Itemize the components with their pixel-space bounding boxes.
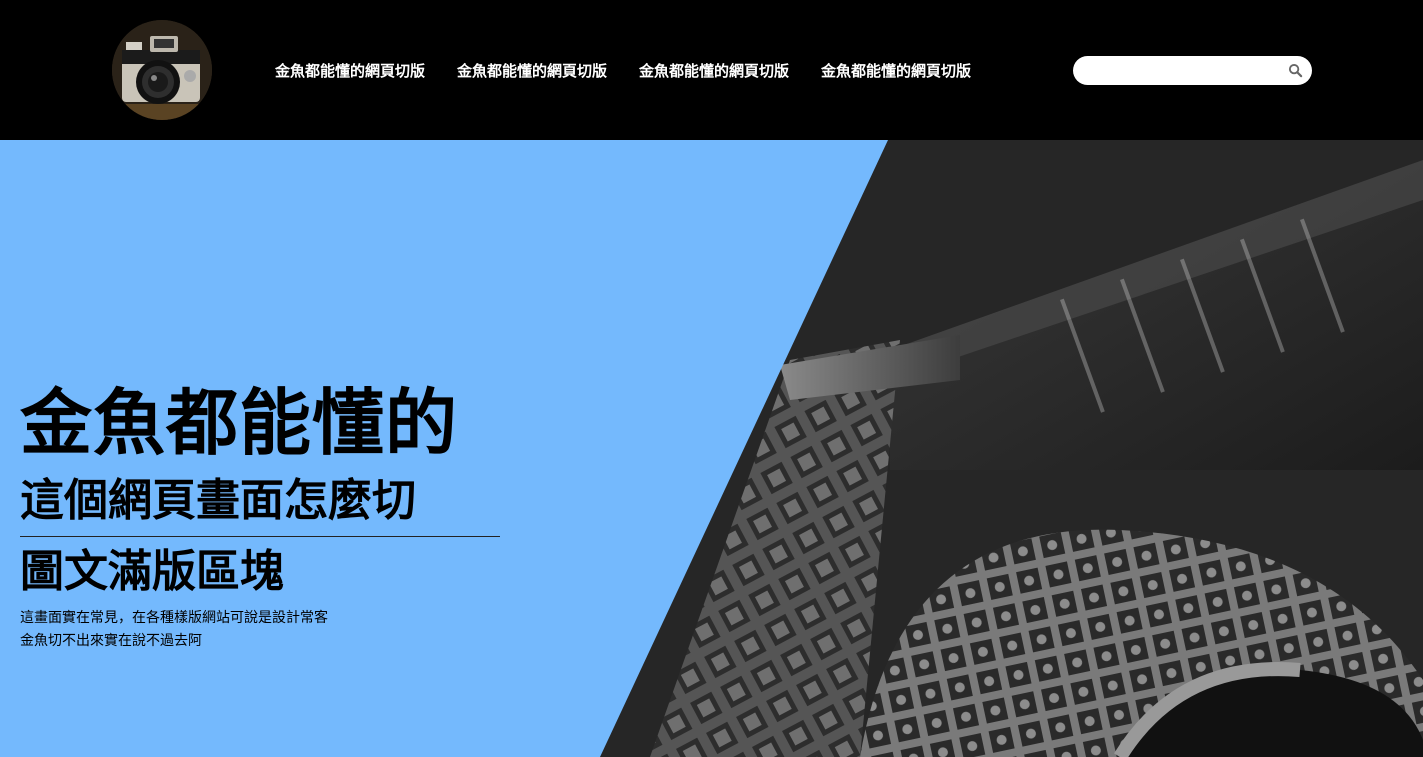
hero-subtitle-2: 圖文滿版區塊 <box>20 546 284 597</box>
camera-logo[interactable] <box>112 20 212 120</box>
hero-title: 金魚都能懂的 <box>20 381 459 465</box>
hero-section: 金魚都能懂的 這個網頁畫面怎麼切 圖文滿版區塊 這畫面實在常見，在各種樣版網站可… <box>0 140 1423 757</box>
nav-item-4[interactable]: 金魚都能懂的網頁切版 <box>805 56 987 86</box>
camera-logo-icon <box>112 20 212 120</box>
search-icon[interactable] <box>1288 63 1303 78</box>
nav-item-3[interactable]: 金魚都能懂的網頁切版 <box>623 56 805 86</box>
hero-description-line-1: 這畫面實在常見，在各種樣版網站可說是設計常客 <box>20 610 328 626</box>
site-header: 金魚都能懂的網頁切版 金魚都能懂的網頁切版 金魚都能懂的網頁切版 金魚都能懂的網… <box>0 0 1423 140</box>
hero-text-block: 金魚都能懂的 這個網頁畫面怎麼切 圖文滿版區塊 這畫面實在常見，在各種樣版網站可… <box>20 378 500 653</box>
nav-item-1[interactable]: 金魚都能懂的網頁切版 <box>259 56 441 86</box>
hero-description-line-2: 金魚切不出來實在說不過去阿 <box>20 633 202 649</box>
main-nav: 金魚都能懂的網頁切版 金魚都能懂的網頁切版 金魚都能懂的網頁切版 金魚都能懂的網… <box>259 56 987 86</box>
search-input[interactable] <box>1085 60 1284 83</box>
search-box <box>1073 56 1312 85</box>
nav-item-2[interactable]: 金魚都能懂的網頁切版 <box>441 56 623 86</box>
hero-description: 這畫面實在常見，在各種樣版網站可說是設計常客 金魚切不出來實在說不過去阿 <box>20 607 500 653</box>
hero-subtitle: 這個網頁畫面怎麼切 <box>20 472 500 537</box>
